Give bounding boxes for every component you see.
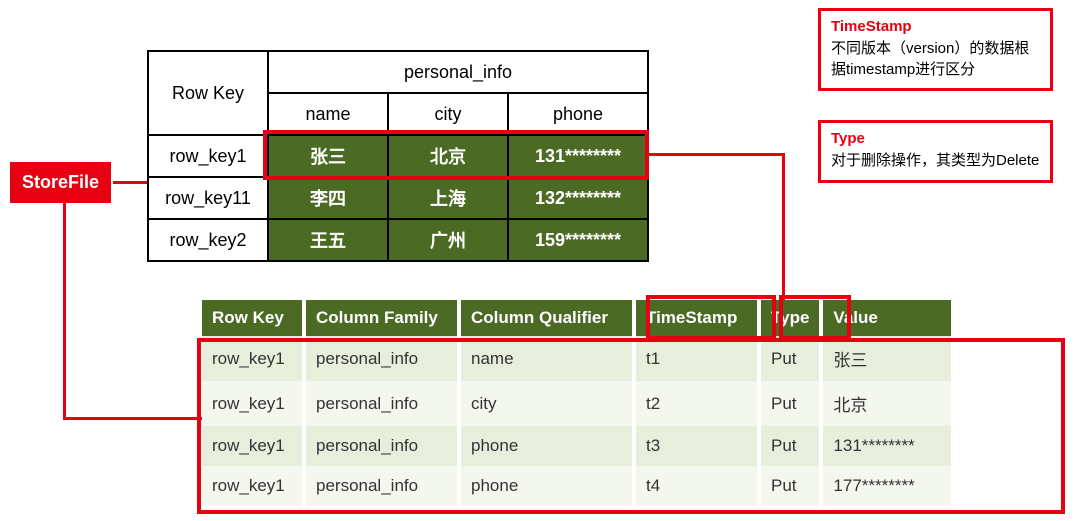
- cell-value: 131********: [821, 426, 951, 466]
- connector-line: [782, 153, 785, 300]
- col-header-phone: phone: [508, 93, 648, 135]
- cell-rowkey: row_key2: [148, 219, 268, 261]
- cell-city: 北京: [388, 135, 508, 177]
- table-row: row_key1 personal_info city t2 Put 北京: [202, 381, 951, 426]
- connector-line: [63, 417, 202, 420]
- cell-value: 177********: [821, 466, 951, 506]
- cell-ts: t3: [634, 426, 759, 466]
- callout-type: Type 对于删除操作，其类型为Delete: [818, 120, 1053, 183]
- callout-title: Type: [831, 129, 1040, 149]
- cell-cf: personal_info: [304, 466, 459, 506]
- cell-rowkey: row_key1: [202, 336, 304, 381]
- logical-table: Row Key personal_info name city phone ro…: [147, 50, 649, 262]
- cell-ts: t2: [634, 381, 759, 426]
- cell-value: 张三: [821, 336, 951, 381]
- cell-name: 王五: [268, 219, 388, 261]
- cell-rowkey: row_key1: [202, 466, 304, 506]
- header-timestamp: TimeStamp: [634, 300, 759, 336]
- cell-rowkey: row_key1: [202, 426, 304, 466]
- cell-cq: name: [459, 336, 634, 381]
- callout-timestamp: TimeStamp 不同版本（version）的数据根据timestamp进行区…: [818, 8, 1053, 91]
- cell-type: Put: [759, 381, 821, 426]
- storefile-label: StoreFile: [22, 172, 99, 192]
- cell-ts: t1: [634, 336, 759, 381]
- connector-line: [63, 198, 66, 420]
- cell-value: 北京: [821, 381, 951, 426]
- cell-city: 广州: [388, 219, 508, 261]
- cell-type: Put: [759, 426, 821, 466]
- table-row: row_key1 personal_info phone t3 Put 131*…: [202, 426, 951, 466]
- cell-rowkey: row_key11: [148, 177, 268, 219]
- header-column-family: Column Family: [304, 300, 459, 336]
- table-row: row_key2 王五 广州 159********: [148, 219, 648, 261]
- table-row: row_key11 李四 上海 132********: [148, 177, 648, 219]
- cell-name: 李四: [268, 177, 388, 219]
- cell-cq: city: [459, 381, 634, 426]
- cell-type: Put: [759, 466, 821, 506]
- storefile-badge: StoreFile: [10, 162, 111, 203]
- cell-phone: 132********: [508, 177, 648, 219]
- cell-name: 张三: [268, 135, 388, 177]
- rowkey-header: Row Key: [148, 51, 268, 135]
- cell-cq: phone: [459, 466, 634, 506]
- connector-line: [113, 181, 147, 184]
- cell-rowkey: row_key1: [202, 381, 304, 426]
- column-family-header: personal_info: [268, 51, 648, 93]
- header-rowkey: Row Key: [202, 300, 304, 336]
- header-column-qualifier: Column Qualifier: [459, 300, 634, 336]
- col-header-name: name: [268, 93, 388, 135]
- cell-rowkey: row_key1: [148, 135, 268, 177]
- cell-phone: 159********: [508, 219, 648, 261]
- col-header-city: city: [388, 93, 508, 135]
- storefile-detail-table: Row Key Column Family Column Qualifier T…: [202, 300, 951, 506]
- table-row: row_key1 personal_info name t1 Put 张三: [202, 336, 951, 381]
- cell-cq: phone: [459, 426, 634, 466]
- table-row: row_key1 张三 北京 131********: [148, 135, 648, 177]
- cell-cf: personal_info: [304, 426, 459, 466]
- cell-type: Put: [759, 336, 821, 381]
- cell-phone: 131********: [508, 135, 648, 177]
- cell-cf: personal_info: [304, 381, 459, 426]
- connector-line: [649, 153, 784, 156]
- table-row: row_key1 personal_info phone t4 Put 177*…: [202, 466, 951, 506]
- header-type: Type: [759, 300, 821, 336]
- callout-title: TimeStamp: [831, 17, 1040, 37]
- callout-body: 对于删除操作，其类型为Delete: [831, 151, 1040, 171]
- header-value: Value: [821, 300, 951, 336]
- cell-ts: t4: [634, 466, 759, 506]
- cell-cf: personal_info: [304, 336, 459, 381]
- cell-city: 上海: [388, 177, 508, 219]
- callout-body: 不同版本（version）的数据根据timestamp进行区分: [831, 39, 1040, 80]
